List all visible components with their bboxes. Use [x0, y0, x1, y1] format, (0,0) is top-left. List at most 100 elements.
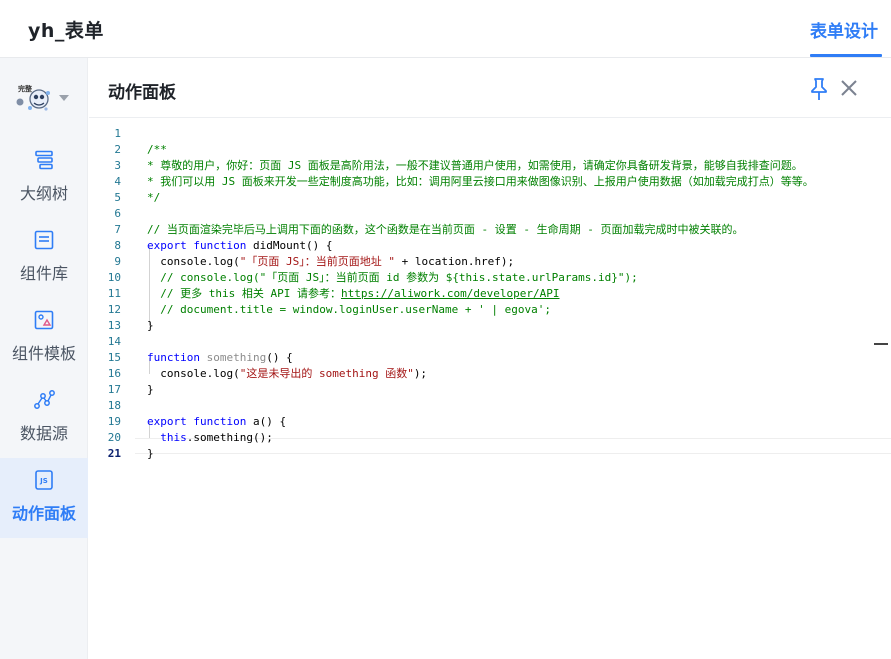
sidebar-item-label: 大纲树 — [19, 184, 68, 203]
code-token: } — [147, 447, 154, 460]
code-line[interactable]: 19 export function a() { — [89, 414, 891, 430]
pin-icon[interactable] — [807, 76, 831, 102]
close-icon[interactable] — [838, 77, 860, 99]
code-token: } — [147, 383, 154, 396]
code-line[interactable]: 11 // 更多 this 相关 API 请参考：https://aliwork… — [89, 286, 891, 302]
code-text: export function didMount() { — [147, 238, 332, 254]
line-number: 16 — [107, 367, 121, 380]
sidebar-item-data-source[interactable]: 数据源 — [0, 378, 88, 458]
code-token: } — [147, 319, 154, 332]
code-text: console.log("这是未导出的 something 函数"); — [147, 366, 427, 382]
code-text: * 我们可以用 JS 面板来开发一些定制度高功能，比如：调用阿里云接口用来做图像… — [147, 174, 814, 190]
line-number: 21 — [107, 447, 121, 460]
code-line[interactable]: 13} — [89, 318, 891, 334]
sidebar-item-label: 动作面板 — [11, 504, 76, 523]
line-number: 1 — [114, 127, 121, 140]
line-number: 11 — [107, 287, 121, 300]
tab-form-design-label: 表单设计 — [810, 22, 878, 42]
code-token: "这是未导出的 something 函数" — [239, 367, 414, 380]
code-line[interactable]: 1 — [89, 126, 891, 142]
code-token: function — [193, 239, 247, 252]
line-number: 2 — [114, 143, 121, 156]
code-token: // 更多 this 相关 API 请参考： — [160, 287, 341, 300]
code-text: */ — [147, 190, 160, 206]
code-text: // 更多 this 相关 API 请参考：https://aliwork.co… — [147, 286, 560, 302]
code-line[interactable]: 12 // document.title = window.loginUser.… — [89, 302, 891, 318]
sidebar: 完整 大纲树 组件库 组件模板 数据源 JS 动作面板 — [0, 58, 88, 659]
component-library-icon — [34, 230, 54, 250]
code-line[interactable]: 21} — [89, 446, 891, 462]
code-token: export — [147, 239, 187, 252]
code-token: // console.log("「页面 JS」：当前页面 id 参数为 ${th… — [160, 271, 638, 284]
data-source-icon — [34, 390, 55, 409]
code-token[interactable]: https://aliwork.com/developer/API — [341, 287, 560, 300]
line-number: 3 — [114, 159, 121, 172]
caret-down-icon — [59, 95, 69, 101]
code-text: } — [147, 382, 154, 398]
code-token: */ — [147, 191, 161, 204]
code-line[interactable]: 8 export function didMount() { — [89, 238, 891, 254]
code-text: // document.title = window.loginUser.use… — [147, 302, 551, 318]
line-number: 17 — [107, 383, 121, 396]
outline-tree-icon — [35, 150, 53, 170]
code-text: this.something(); — [147, 430, 273, 446]
panel-title: 动作面板 — [108, 83, 176, 103]
code-line[interactable]: 4 * 我们可以用 JS 面板来开发一些定制度高功能，比如：调用阿里云接口用来做图… — [89, 174, 891, 190]
line-number: 18 — [107, 399, 121, 412]
code-text: function something() { — [147, 350, 293, 366]
sidebar-item-component-template[interactable]: 组件模板 — [0, 298, 88, 378]
code-line[interactable]: 18 — [89, 398, 891, 414]
line-number: 14 — [107, 335, 121, 348]
line-number: 12 — [107, 303, 121, 316]
code-token: export — [147, 415, 187, 428]
line-number: 9 — [114, 255, 121, 268]
avatar-dropdown[interactable]: 完整 — [14, 80, 74, 120]
code-text: export function a() { — [147, 414, 286, 430]
code-line[interactable]: 17} — [89, 382, 891, 398]
line-number: 4 — [114, 175, 121, 188]
code-line[interactable]: 20 this.something(); — [89, 430, 891, 446]
line-number: 10 — [107, 271, 121, 284]
code-token: // 当页面渲染完毕后马上调用下面的函数，这个函数是在当前页面 - 设置 - 生… — [147, 223, 744, 236]
sidebar-item-action-panel[interactable]: JS 动作面板 — [0, 458, 88, 538]
line-number: 7 — [114, 223, 121, 236]
sidebar-item-component-library[interactable]: 组件库 — [0, 218, 88, 298]
code-line[interactable]: 14 — [89, 334, 891, 350]
code-token: + location.href); — [394, 255, 515, 268]
code-line[interactable]: 7 // 当页面渲染完毕后马上调用下面的函数，这个函数是在当前页面 - 设置 - … — [89, 222, 891, 238]
sidebar-item-label: 数据源 — [19, 424, 68, 443]
svg-text:JS: JS — [39, 477, 48, 485]
code-token: "「页面 JS」：当前页面地址 " — [239, 255, 395, 268]
code-line[interactable]: 5 */ — [89, 190, 891, 206]
code-token: this — [160, 431, 187, 444]
code-token: function — [147, 351, 200, 364]
code-token: ); — [413, 367, 428, 380]
line-number: 8 — [114, 239, 121, 252]
code-line[interactable]: 15 function something() { — [89, 350, 891, 366]
code-text: /** — [147, 142, 167, 158]
code-line[interactable]: 16 console.log("这是未导出的 something 函数"); — [89, 366, 891, 382]
panel-header: 动作面板 — [89, 58, 891, 118]
line-number: 20 — [107, 431, 121, 444]
sidebar-item-outline-tree[interactable]: 大纲树 — [0, 138, 88, 218]
app-title: yh_表单 — [28, 20, 104, 42]
code-line[interactable]: 10 // console.log("「页面 JS」：当前页面 id 参数为 $… — [89, 270, 891, 286]
code-token: // document.title = window.loginUser.use… — [160, 303, 551, 316]
code-line[interactable]: 9 console.log("「页面 JS」：当前页面地址 " + locati… — [89, 254, 891, 270]
code-token: console.log( — [147, 255, 240, 268]
active-tab-indicator — [810, 54, 882, 57]
code-line[interactable]: 2 /** — [89, 142, 891, 158]
code-token: * 我们可以用 JS 面板来开发一些定制度高功能，比如：调用阿里云接口用来做图像… — [147, 175, 814, 188]
code-line[interactable]: 6 — [89, 206, 891, 222]
code-editor[interactable]: 1 2/** 3 * 尊敬的用户，你好：页面 JS 面板是高阶用法，一般不建议普通用户… — [89, 118, 891, 659]
code-text: } — [147, 318, 154, 334]
code-line[interactable]: 3 * 尊敬的用户，你好：页面 JS 面板是高阶用法，一般不建议普通用户使用，如需… — [89, 158, 891, 174]
line-number: 19 — [107, 415, 121, 428]
code-text: } — [147, 446, 154, 462]
code-text: console.log("「页面 JS」：当前页面地址 " + location… — [147, 254, 514, 270]
code-token: () { — [266, 351, 293, 364]
code-token: didMount() { — [246, 239, 333, 252]
code-text: * 尊敬的用户，你好：页面 JS 面板是高阶用法，一般不建议普通用户使用，如需使… — [147, 158, 803, 174]
